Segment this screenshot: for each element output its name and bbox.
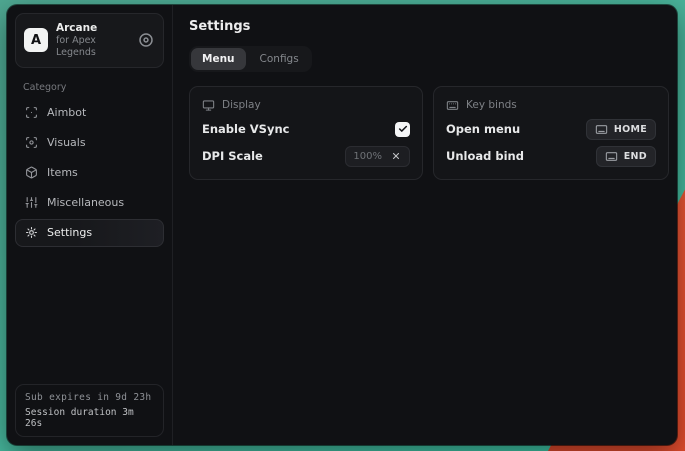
brand-text: Arcane for Apex Legends: [56, 22, 129, 59]
crosshair-scan-icon: [25, 106, 38, 119]
dpi-scale-input[interactable]: 100%: [345, 146, 410, 167]
vsync-label: Enable VSync: [202, 122, 289, 136]
app-name: Arcane: [56, 22, 129, 35]
sidebar-item-label: Settings: [47, 226, 92, 239]
page-title: Settings: [189, 19, 669, 34]
tab-configs[interactable]: Configs: [249, 48, 310, 70]
open-menu-bind-key: HOME: [614, 124, 647, 135]
category-label: Category: [23, 82, 156, 93]
sidebar-item-items[interactable]: Items: [15, 159, 164, 187]
vsync-row: Enable VSync: [202, 117, 410, 141]
sidebar-nav: Aimbot Visuals: [15, 99, 164, 247]
sidebar-item-label: Aimbot: [47, 106, 86, 119]
sidebar: A Arcane for Apex Legends Category: [7, 5, 173, 445]
unload-bind-row: Unload bind END: [446, 144, 656, 168]
vsync-checkbox[interactable]: [395, 122, 410, 137]
clear-dpi-button[interactable]: [390, 150, 402, 162]
sidebar-item-label: Miscellaneous: [47, 196, 124, 209]
sidebar-item-visuals[interactable]: Visuals: [15, 129, 164, 157]
main-content: Settings Menu Configs Display: [173, 5, 685, 445]
tab-bar: Menu Configs: [189, 46, 312, 72]
package-icon: [25, 166, 38, 179]
sidebar-item-label: Visuals: [47, 136, 86, 149]
sidebar-item-miscellaneous[interactable]: Miscellaneous: [15, 189, 164, 217]
brand-card: A Arcane for Apex Legends: [15, 13, 164, 68]
display-card-title: Display: [222, 99, 261, 111]
unload-bind-key: END: [624, 151, 647, 162]
gear-icon: [25, 226, 38, 239]
screen: A Arcane for Apex Legends Category: [0, 0, 685, 451]
sub-expiry-text: Sub expires in 9d 23h: [25, 392, 154, 403]
settings-cards: Display Enable VSync: [189, 86, 669, 180]
sliders-icon: [25, 196, 38, 209]
app-window: A Arcane for Apex Legends Category: [7, 5, 677, 445]
open-menu-bind-button[interactable]: HOME: [586, 119, 656, 140]
open-menu-row: Open menu HOME: [446, 117, 656, 141]
sidebar-spacer: [15, 247, 164, 384]
dpi-label: DPI Scale: [202, 149, 263, 163]
unload-bind-label: Unload bind: [446, 149, 524, 163]
display-card-header: Display: [202, 96, 410, 114]
sidebar-item-settings[interactable]: Settings: [15, 219, 164, 247]
session-duration-text: Session duration 3m 26s: [25, 407, 154, 429]
dpi-value: 100%: [353, 151, 382, 162]
keybinds-card-header: Key binds: [446, 96, 656, 114]
open-menu-label: Open menu: [446, 122, 520, 136]
scan-eye-icon: [25, 136, 38, 149]
keybinds-card-title: Key binds: [466, 99, 517, 111]
app-subtitle: for Apex Legends: [56, 35, 129, 59]
monitor-icon: [202, 99, 215, 112]
keyboard-icon: [605, 150, 618, 163]
keyboard-icon: [595, 123, 608, 136]
keybinds-card: Key binds Open menu HOME: [433, 86, 669, 180]
check-icon: [398, 124, 408, 134]
target-icon[interactable]: [137, 31, 155, 49]
sidebar-item-aimbot[interactable]: Aimbot: [15, 99, 164, 127]
unload-bind-button[interactable]: END: [596, 146, 656, 167]
display-card: Display Enable VSync: [189, 86, 423, 180]
app-logo: A: [24, 28, 48, 52]
keyboard-icon: [446, 99, 459, 112]
x-icon: [391, 151, 401, 161]
dpi-row: DPI Scale 100%: [202, 144, 410, 168]
session-info-card: Sub expires in 9d 23h Session duration 3…: [15, 384, 164, 437]
sidebar-item-label: Items: [47, 166, 78, 179]
tab-menu[interactable]: Menu: [191, 48, 246, 70]
